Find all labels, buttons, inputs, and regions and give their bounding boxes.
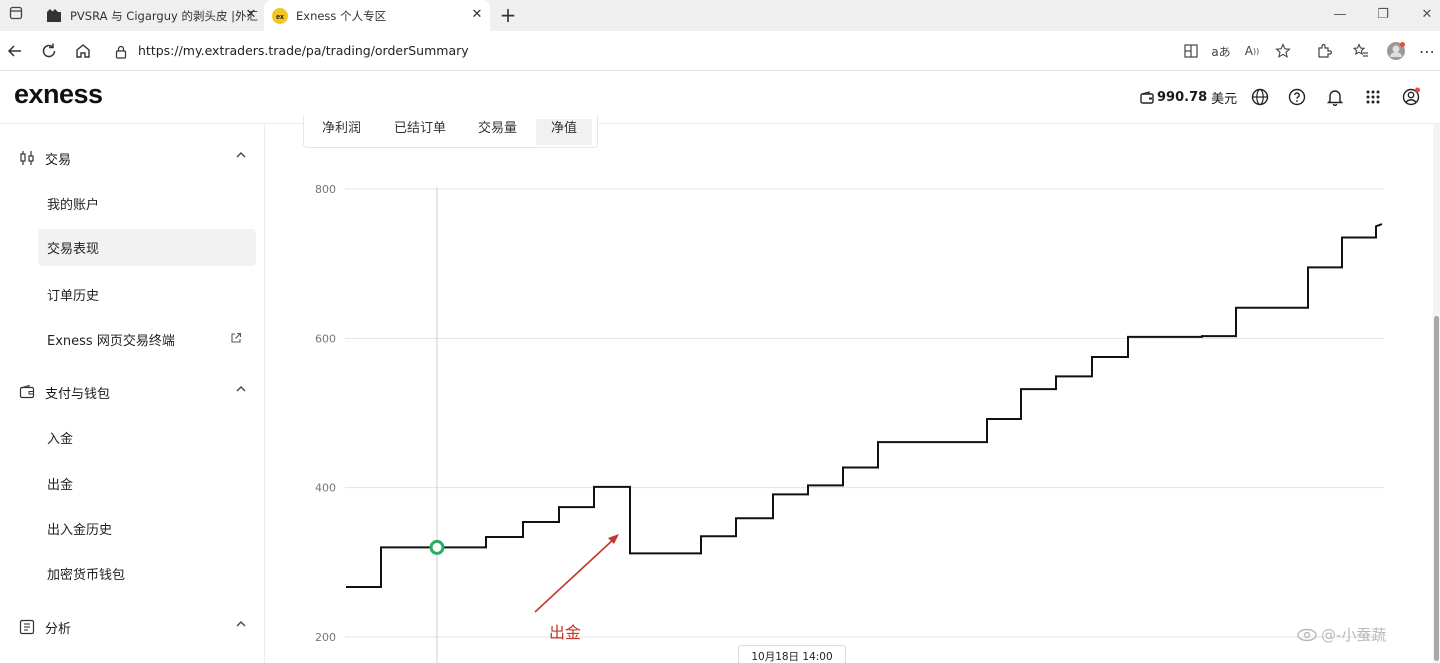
account-icon[interactable]	[1401, 87, 1421, 107]
more-menu-icon[interactable]: ⋯	[1417, 41, 1437, 61]
read-aloud-icon[interactable]: A))	[1242, 41, 1262, 61]
url-field[interactable]: https://my.extraders.trade/pa/trading/or…	[106, 36, 1306, 66]
sidebar-section-analytics[interactable]: 分析	[18, 615, 248, 639]
reader-view-icon[interactable]	[1181, 41, 1201, 61]
tab-net-profit[interactable]: 净利润	[322, 121, 361, 145]
favorites-list-icon[interactable]	[1351, 41, 1371, 61]
sidebar-item-performance[interactable]: 交易表现	[38, 229, 256, 266]
candlestick-icon	[18, 149, 36, 167]
sidebar-item-web-terminal[interactable]: Exness 网页交易终端	[38, 321, 256, 358]
url-text: https://my.extraders.trade/pa/trading/or…	[138, 43, 469, 58]
chevron-up-icon[interactable]	[234, 148, 248, 166]
tab-closed-orders[interactable]: 已结订单	[394, 121, 446, 145]
equity-series-line	[346, 223, 1383, 588]
address-bar: https://my.extraders.trade/pa/trading/or…	[0, 31, 1440, 71]
sidebar-section-trading[interactable]: 交易	[18, 146, 248, 170]
sidebar-item-label: 加密货币钱包	[47, 568, 126, 583]
lock-icon[interactable]	[114, 44, 128, 63]
y-tick-label: 200	[315, 631, 336, 644]
sidebar-item-label: 入金	[47, 432, 74, 447]
exness-favicon-icon: ex	[272, 7, 288, 24]
hover-point-marker	[429, 539, 445, 555]
y-tick-label: 600	[315, 332, 336, 345]
scrollbar-thumb[interactable]	[1434, 316, 1439, 661]
minimize-icon[interactable]: —	[1330, 6, 1350, 24]
browser-tab-exness[interactable]: ex Exness 个人专区 ✕	[264, 0, 490, 31]
close-tab-icon[interactable]: ✕	[470, 8, 484, 22]
withdrawal-annotation: 出金	[549, 623, 582, 642]
apps-grid-icon[interactable]	[1363, 87, 1383, 107]
sidebar-item-order-history[interactable]: 订单历史	[38, 276, 256, 313]
tab-actions-icon[interactable]	[6, 6, 26, 24]
refresh-icon[interactable]	[39, 41, 59, 61]
watermark-text: @-小蚕蔬	[1321, 626, 1387, 644]
browser-tab-title: Exness 个人专区	[296, 8, 387, 23]
sidebar-section-payments[interactable]: 支付与钱包	[18, 380, 248, 404]
watermark: @-小蚕蔬	[1296, 624, 1386, 645]
sidebar-section-label: 分析	[45, 621, 72, 637]
annotation-arrow	[534, 537, 616, 613]
browser-tab-title: PVSRA 与 Cigarguy 的剥头皮 |外汇	[70, 8, 258, 23]
sidebar-section-label: 交易	[45, 152, 72, 168]
sidebar-item-crypto-wallet[interactable]: 加密货币钱包	[38, 555, 256, 592]
balance-unit: 美元	[1211, 92, 1238, 107]
sidebar-item-withdrawal[interactable]: 出金	[38, 465, 256, 502]
back-icon[interactable]	[5, 41, 25, 61]
y-tick-label: 400	[315, 482, 336, 495]
sidebar-item-label: 订单历史	[47, 289, 100, 304]
wallet-icon	[1140, 90, 1154, 104]
external-link-icon	[230, 332, 242, 348]
sidebar-item-label: Exness 网页交易终端	[47, 334, 175, 349]
chart-crosshair-label: 10月18日 14:00	[738, 645, 846, 663]
sidebar-section-label: 支付与钱包	[45, 386, 111, 402]
restore-icon[interactable]: ❐	[1373, 6, 1393, 24]
browser-tab-pvsra[interactable]: PVSRA 与 Cigarguy 的剥头皮 |外汇 ✕	[36, 0, 264, 31]
sidebar-item-my-accounts[interactable]: 我的账户	[38, 185, 256, 222]
extensions-icon[interactable]	[1314, 41, 1334, 61]
sidebar-item-label: 我的账户	[47, 198, 100, 213]
sidebar-item-label: 出入金历史	[47, 523, 113, 538]
analytics-icon	[18, 618, 36, 636]
new-tab-icon[interactable]: +	[498, 4, 518, 26]
wallet-icon	[18, 383, 36, 401]
home-icon[interactable]	[73, 41, 93, 61]
notification-bell-icon[interactable]	[1325, 87, 1345, 107]
tab-trading-volume[interactable]: 交易量	[478, 121, 517, 145]
sidebar-item-transaction-history[interactable]: 出入金历史	[38, 510, 256, 547]
sidebar-item-label: 交易表现	[47, 242, 100, 257]
tab-equity[interactable]: 净值	[536, 119, 593, 145]
sidebar: 交易 我的账户 交易表现 订单历史 Exness 网页交易终端 支付与钱包 入金…	[0, 124, 265, 663]
favorite-star-icon[interactable]	[1273, 41, 1293, 61]
close-tab-icon[interactable]: ✕	[244, 8, 258, 22]
svg-text:ex: ex	[276, 14, 284, 21]
app-header: exness 990.78 美元	[0, 71, 1440, 124]
close-window-icon[interactable]: ✕	[1417, 6, 1437, 24]
translate-icon[interactable]: aあ	[1211, 41, 1231, 61]
balance-amount: 990.78	[1157, 90, 1208, 105]
weibo-eye-icon	[1297, 628, 1317, 641]
clapper-icon	[46, 8, 62, 24]
sidebar-item-deposit[interactable]: 入金	[38, 419, 256, 456]
chevron-up-icon[interactable]	[234, 617, 248, 635]
wallet-balance[interactable]: 990.78 美元	[1140, 88, 1237, 107]
profile-avatar-icon[interactable]	[1386, 41, 1406, 61]
chart-type-tabs: 净利润 已结订单 交易量 净值	[303, 115, 598, 148]
equity-chart[interactable]: 200 400 600 800	[300, 150, 1400, 663]
globe-icon[interactable]	[1250, 87, 1270, 107]
exness-logo[interactable]: exness	[14, 79, 103, 110]
y-tick-label: 800	[315, 183, 336, 196]
help-icon[interactable]	[1287, 87, 1307, 107]
sidebar-item-label: 出金	[47, 478, 74, 493]
chevron-up-icon[interactable]	[234, 382, 248, 400]
browser-tab-bar: PVSRA 与 Cigarguy 的剥头皮 |外汇 ✕ ex Exness 个人…	[0, 0, 1440, 31]
